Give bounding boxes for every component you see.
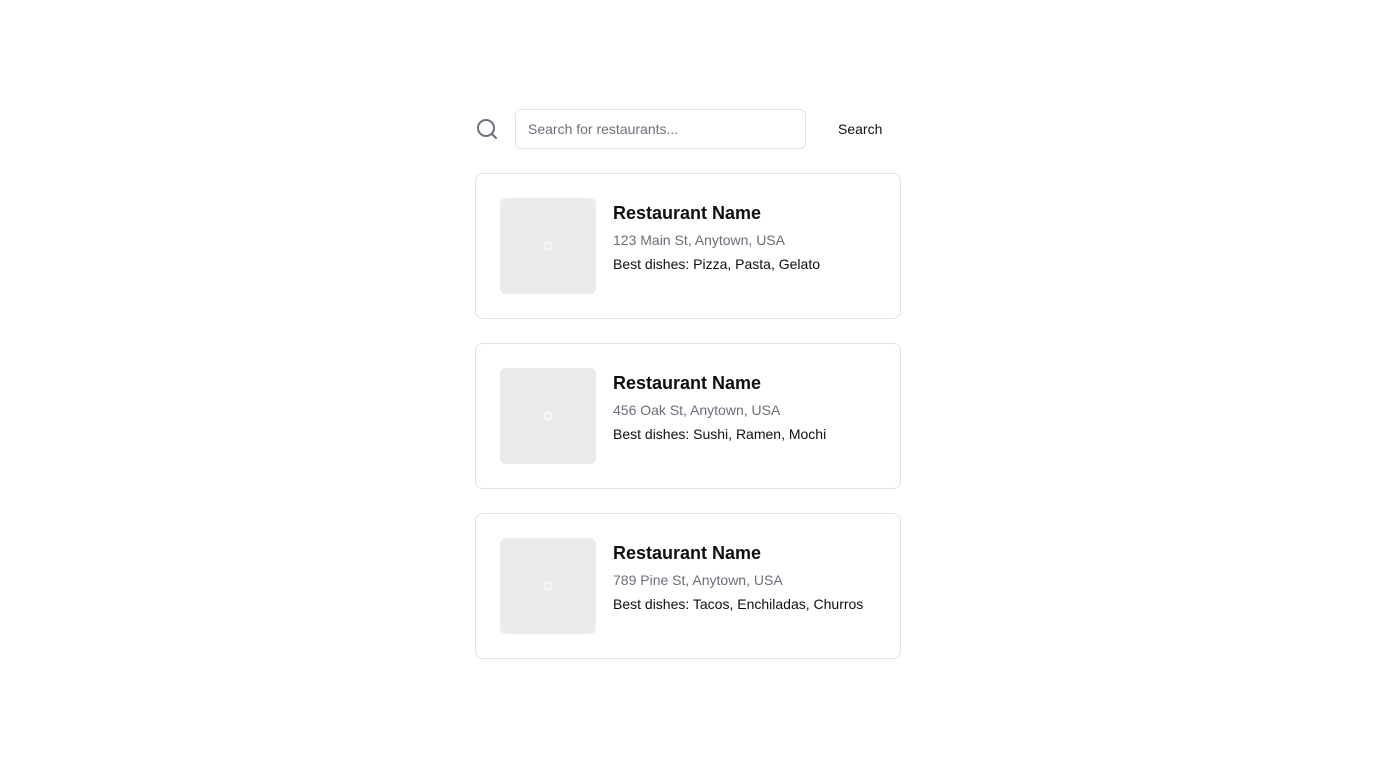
restaurant-image-placeholder [500,368,596,464]
restaurant-address: 456 Oak St, Anytown, USA [613,402,781,418]
restaurant-name: Restaurant Name [613,543,762,563]
search-bar: Search [475,109,901,149]
image-placeholder-icon [543,241,553,251]
restaurant-address: 123 Main St, Anytown, USA [613,232,785,248]
restaurant-best-dishes: Best dishes: Tacos, Enchiladas, Churros [613,596,864,612]
search-icon [475,117,499,141]
image-placeholder-icon [543,411,553,421]
restaurant-address: 789 Pine St, Anytown, USA [613,572,783,588]
search-button[interactable]: Search [822,109,898,149]
restaurant-search-page: Search Restaurant Name 123 Main St, Anyt… [475,109,901,659]
search-input[interactable] [515,109,806,149]
restaurant-image-placeholder [500,538,596,634]
restaurant-info: Restaurant Name 123 Main St, Anytown, US… [613,198,820,274]
restaurant-card[interactable]: Restaurant Name 456 Oak St, Anytown, USA… [475,343,901,489]
restaurant-best-dishes: Best dishes: Pizza, Pasta, Gelato [613,256,820,272]
restaurant-image-placeholder [500,198,596,294]
restaurant-name: Restaurant Name [613,373,762,393]
restaurant-card[interactable]: Restaurant Name 789 Pine St, Anytown, US… [475,513,901,659]
restaurant-best-dishes: Best dishes: Sushi, Ramen, Mochi [613,426,827,442]
restaurant-info: Restaurant Name 789 Pine St, Anytown, US… [613,538,863,614]
image-placeholder-icon [543,581,553,591]
restaurant-info: Restaurant Name 456 Oak St, Anytown, USA… [613,368,826,444]
restaurant-name: Restaurant Name [613,203,762,223]
restaurant-card[interactable]: Restaurant Name 123 Main St, Anytown, US… [475,173,901,319]
